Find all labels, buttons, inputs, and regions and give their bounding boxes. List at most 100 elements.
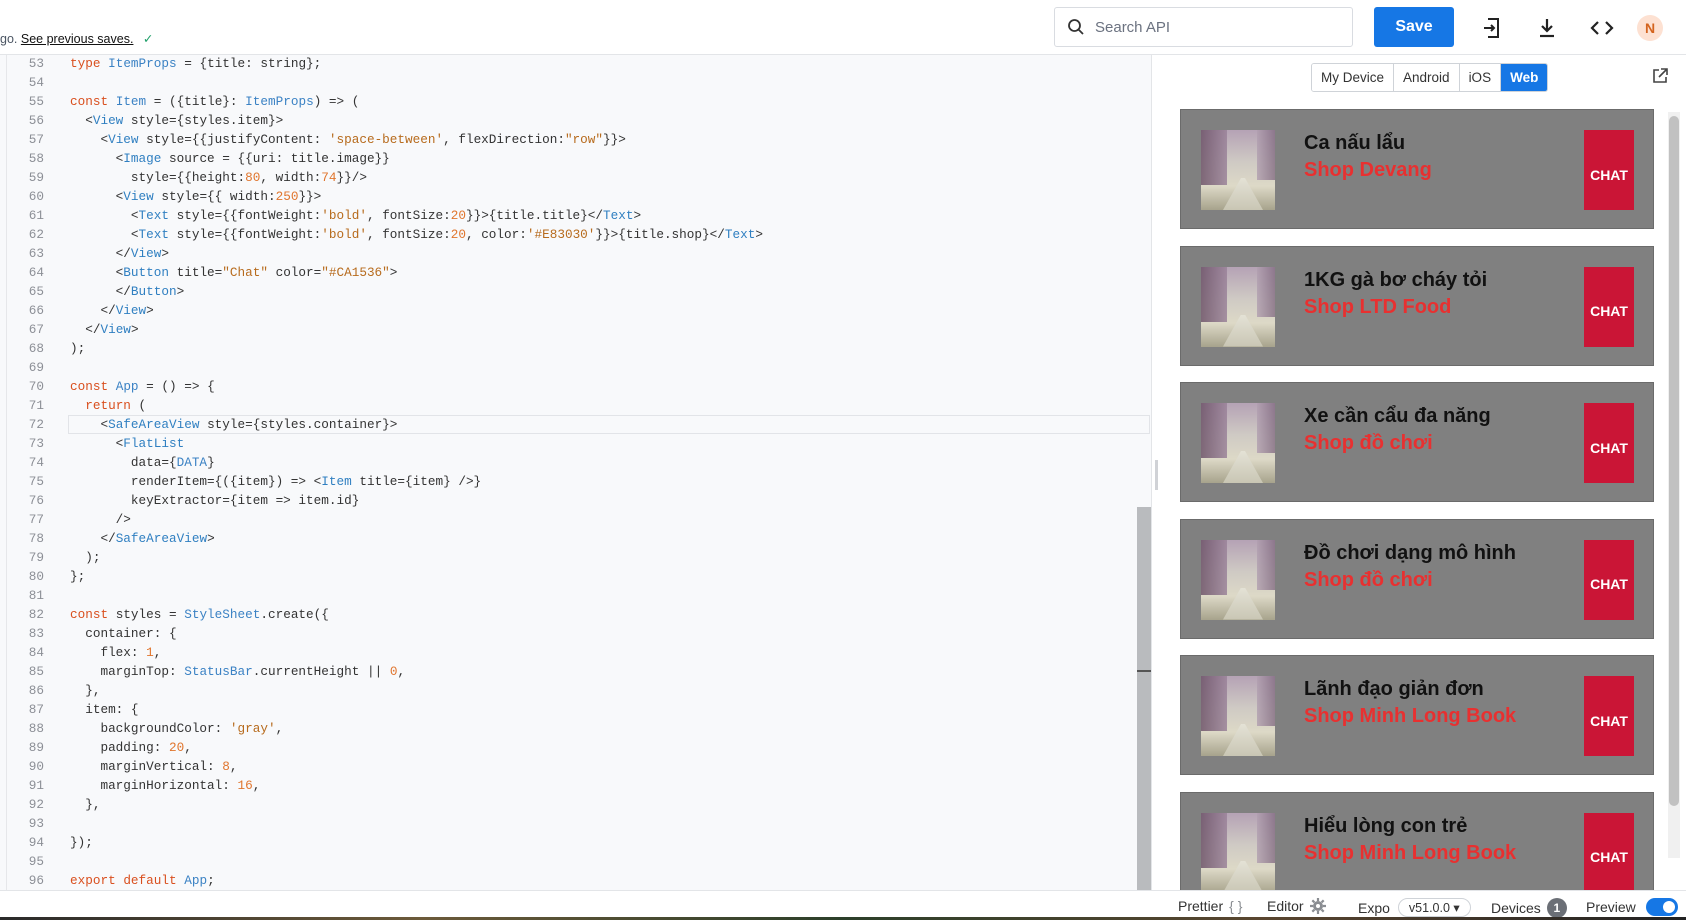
devices-button[interactable]: Devices 1	[1491, 898, 1567, 918]
code-line[interactable]: 59 style={{height:80, width:74}}/>	[0, 168, 1150, 187]
download-icon[interactable]	[1533, 14, 1561, 42]
code-line[interactable]: 88 backgroundColor: 'gray',	[0, 719, 1150, 738]
code-line[interactable]: 70 const App = () => {	[0, 377, 1150, 396]
code-line[interactable]: 84 flex: 1,	[0, 643, 1150, 662]
code-line[interactable]: 95	[0, 852, 1150, 871]
code-text[interactable]: </SafeAreaView>	[70, 529, 214, 548]
tab-ios[interactable]: iOS	[1459, 64, 1502, 91]
import-icon[interactable]	[1478, 14, 1506, 42]
code-line[interactable]: 61 <Text style={{fontWeight:'bold', font…	[0, 206, 1150, 225]
code-line[interactable]: 81	[0, 586, 1150, 605]
web-preview[interactable]: Ca nấu lẩu Shop Devang CHAT 1KG gà bơ cháy …	[1164, 100, 1686, 890]
code-text[interactable]: <Button title="Chat" color="#CA1536">	[70, 263, 398, 282]
code-text[interactable]: };	[70, 567, 85, 586]
chat-button[interactable]: CHAT	[1584, 676, 1634, 756]
code-text[interactable]: marginHorizontal: 16,	[70, 776, 260, 795]
preview-toggle-group[interactable]: Preview	[1586, 898, 1678, 916]
code-text[interactable]: },	[70, 795, 100, 814]
search-box[interactable]	[1054, 7, 1353, 47]
editor-settings[interactable]: Editor	[1267, 898, 1326, 914]
code-line[interactable]: 90 marginVertical: 8,	[0, 757, 1150, 776]
code-line[interactable]: 54	[0, 73, 1150, 92]
code-text[interactable]: <SafeAreaView style={styles.container}>	[70, 415, 397, 434]
code-text[interactable]: <View style={styles.item}>	[70, 111, 283, 130]
code-text[interactable]: data={DATA}	[70, 453, 215, 472]
code-line[interactable]: 71 return (	[0, 396, 1150, 415]
code-line[interactable]: 93	[0, 814, 1150, 833]
code-line[interactable]: 56 <View style={styles.item}>	[0, 111, 1150, 130]
code-text[interactable]: );	[70, 548, 100, 567]
code-line[interactable]: 87 item: {	[0, 700, 1150, 719]
code-line[interactable]: 77 />	[0, 510, 1150, 529]
code-line[interactable]: 58 <Image source = {{uri: title.image}}	[0, 149, 1150, 168]
previous-saves-link[interactable]: See previous saves.	[21, 32, 134, 46]
code-text[interactable]: container: {	[70, 624, 176, 643]
code-line[interactable]: 94});	[0, 833, 1150, 852]
preview-toggle[interactable]	[1645, 898, 1678, 916]
prettier-toggle[interactable]: Prettier { }	[1178, 898, 1242, 914]
code-text[interactable]: const App = () => {	[70, 377, 215, 396]
code-text[interactable]: item: {	[70, 700, 138, 719]
chat-button[interactable]: CHAT	[1584, 130, 1634, 210]
chat-button[interactable]: CHAT	[1584, 266, 1634, 347]
sdk-version-select[interactable]: v51.0.0 ▾	[1397, 898, 1471, 917]
code-text[interactable]: <FlatList	[70, 434, 185, 453]
code-line[interactable]: 75 renderItem={({item}) => <Item title={…	[0, 472, 1150, 491]
pane-resize-handle[interactable]	[1155, 460, 1158, 490]
code-line[interactable]: 86 },	[0, 681, 1150, 700]
code-line[interactable]: 65 </Button>	[0, 282, 1150, 301]
code-line[interactable]: 62 <Text style={{fontWeight:'bold', font…	[0, 225, 1150, 244]
preview-scrollbar[interactable]	[1668, 112, 1680, 858]
save-button[interactable]: Save	[1374, 7, 1454, 47]
code-text[interactable]: type ItemProps = {title: string};	[70, 55, 321, 73]
code-line[interactable]: 67 </View>	[0, 320, 1150, 339]
chat-button[interactable]: CHAT	[1584, 539, 1634, 620]
code-text[interactable]: backgroundColor: 'gray',	[70, 719, 283, 738]
code-text[interactable]: />	[70, 510, 131, 529]
code-line[interactable]: 74 data={DATA}	[0, 453, 1150, 472]
code-text[interactable]: </View>	[70, 244, 169, 263]
code-text[interactable]: marginTop: StatusBar.currentHeight || 0,	[70, 662, 405, 681]
code-line[interactable]: 66 </View>	[0, 301, 1150, 320]
preview-scroll-thumb[interactable]	[1669, 116, 1679, 806]
code-line[interactable]: 92 },	[0, 795, 1150, 814]
embed-code-icon[interactable]	[1588, 14, 1616, 42]
code-text[interactable]: <Text style={{fontWeight:'bold', fontSiz…	[70, 206, 641, 225]
chat-button[interactable]: CHAT	[1584, 403, 1634, 483]
tab-web[interactable]: Web	[1501, 64, 1548, 91]
tab-my-device[interactable]: My Device	[1312, 64, 1395, 91]
code-line[interactable]: 63 </View>	[0, 244, 1150, 263]
code-text[interactable]: </View>	[70, 320, 138, 339]
chat-button[interactable]: CHAT	[1584, 812, 1634, 890]
code-line[interactable]: 68);	[0, 339, 1150, 358]
code-line[interactable]: 57 <View style={{justifyContent: 'space-…	[0, 130, 1150, 149]
code-line[interactable]: 55 const Item = ({title}: ItemProps) => (	[0, 92, 1150, 111]
code-text[interactable]: keyExtractor={item => item.id}	[70, 491, 359, 510]
code-line[interactable]: 82 const styles = StyleSheet.create({	[0, 605, 1150, 624]
code-line[interactable]: 72 <SafeAreaView style={styles.container…	[0, 415, 1150, 434]
code-line[interactable]: 96 export default App;	[0, 871, 1150, 890]
code-line[interactable]: 60 <View style={{ width:250}}>	[0, 187, 1150, 206]
code-text[interactable]: export default App;	[70, 871, 215, 890]
code-line[interactable]: 79 );	[0, 548, 1150, 567]
code-line[interactable]: 69	[0, 358, 1150, 377]
code-text[interactable]: const styles = StyleSheet.create({	[70, 605, 329, 624]
code-line[interactable]: 91 marginHorizontal: 16,	[0, 776, 1150, 795]
code-text[interactable]: </View>	[70, 301, 153, 320]
avatar[interactable]: N	[1637, 15, 1663, 41]
code-text[interactable]: renderItem={({item}) => <Item title={ite…	[70, 472, 481, 491]
code-text[interactable]: style={{height:80, width:74}}/>	[70, 168, 367, 187]
code-text[interactable]: marginVertical: 8,	[70, 757, 237, 776]
code-text[interactable]: </Button>	[70, 282, 185, 301]
code-line[interactable]: 78 </SafeAreaView>	[0, 529, 1150, 548]
code-line[interactable]: 83 container: {	[0, 624, 1150, 643]
code-text[interactable]: },	[70, 681, 100, 700]
code-text[interactable]: const Item = ({title}: ItemProps) => (	[70, 92, 359, 111]
code-text[interactable]: <View style={{justifyContent: 'space-bet…	[70, 130, 625, 149]
search-input[interactable]	[1095, 18, 1335, 36]
code-line[interactable]: 80};	[0, 567, 1150, 586]
code-line[interactable]: 53 type ItemProps = {title: string};	[0, 55, 1150, 73]
code-text[interactable]: flex: 1,	[70, 643, 161, 662]
expo-sdk[interactable]: Expo v51.0.0 ▾	[1358, 898, 1471, 917]
code-text[interactable]: return (	[70, 396, 146, 415]
